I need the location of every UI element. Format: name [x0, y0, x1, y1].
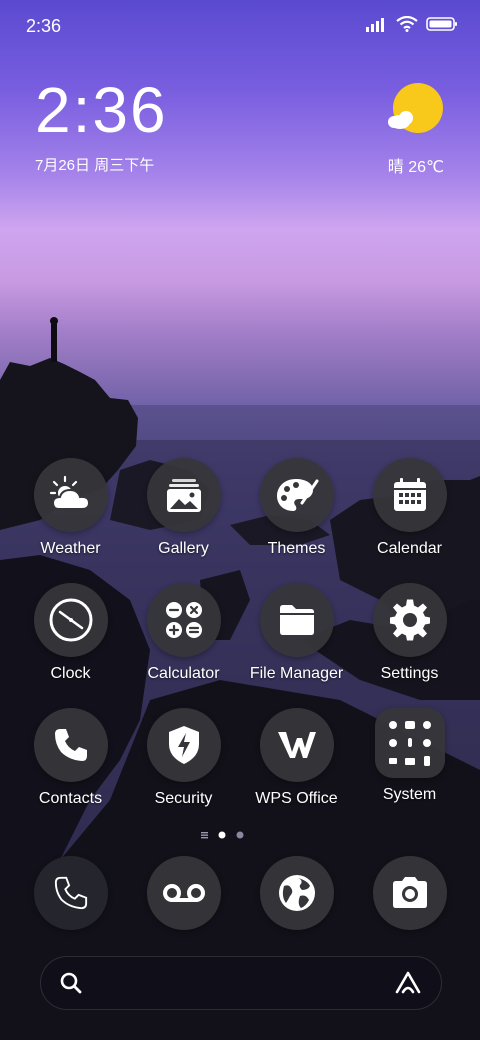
phone-icon	[33, 856, 108, 930]
app-label: Security	[154, 790, 213, 807]
battery-icon	[426, 17, 457, 31]
app-gallery[interactable]: Gallery	[127, 458, 240, 558]
app-security[interactable]: Security	[127, 708, 240, 808]
app-file-manager[interactable]: File Manager	[240, 583, 353, 683]
app-label: Gallery	[158, 540, 209, 557]
app-weather[interactable]: Weather	[14, 458, 127, 558]
app-clock[interactable]: Clock	[14, 583, 127, 683]
app-label: Weather	[40, 540, 101, 557]
browser-globe-icon	[259, 856, 334, 930]
app-folder-system[interactable]: System	[353, 708, 466, 804]
folder-icon	[259, 583, 334, 657]
app-label: WPS Office	[255, 790, 338, 807]
app-contacts[interactable]: Contacts	[14, 708, 127, 808]
page-list-icon	[201, 832, 208, 839]
app-calculator[interactable]: Calculator	[127, 583, 240, 683]
shield-icon	[146, 708, 221, 782]
camera-icon	[372, 856, 447, 930]
status-icons	[366, 16, 458, 32]
assistant-icon[interactable]	[393, 970, 423, 996]
dock-browser[interactable]	[240, 856, 353, 930]
clock-widget-date: 7月26日 周三下午	[35, 157, 155, 174]
clock-widget[interactable]: 2:36 7月26日 周三下午	[35, 78, 168, 175]
app-label: Clock	[50, 665, 91, 682]
weather-widget[interactable]: 晴 26℃	[354, 82, 444, 177]
app-calendar[interactable]: Calendar	[353, 458, 466, 558]
dock-voicemail[interactable]	[127, 856, 240, 930]
app-label: Calculator	[147, 665, 220, 682]
app-label: Themes	[267, 540, 326, 557]
wps-logo-icon	[259, 708, 334, 782]
calendar-icon	[372, 458, 447, 532]
wifi-icon	[396, 16, 418, 32]
app-label: System	[382, 786, 437, 803]
weather-temperature: 晴 26℃	[387, 159, 444, 176]
sunny-cloud-icon	[388, 83, 443, 133]
dock-phone[interactable]	[14, 856, 127, 930]
system-folder-icon	[374, 708, 445, 778]
app-label: File Manager	[249, 665, 344, 682]
page-dot-active	[218, 831, 226, 839]
app-settings[interactable]: Settings	[353, 583, 466, 683]
gear-icon	[372, 583, 447, 657]
page-dot	[236, 831, 244, 839]
calculator-icon	[146, 583, 221, 657]
search-icon[interactable]	[59, 971, 83, 995]
signal-icon	[366, 18, 384, 32]
page-indicator[interactable]	[0, 829, 480, 841]
app-themes[interactable]: Themes	[240, 458, 353, 558]
phone-icon	[33, 708, 108, 782]
app-wps-office[interactable]: WPS Office	[240, 708, 353, 808]
status-bar: 2:36	[0, 0, 480, 50]
gallery-icon	[146, 458, 221, 532]
app-label: Contacts	[38, 790, 103, 807]
voicemail-icon	[146, 856, 221, 930]
search-bar[interactable]	[40, 956, 442, 1010]
app-label: Settings	[380, 665, 439, 682]
dock-camera[interactable]	[353, 856, 466, 930]
status-time: 2:36	[26, 16, 62, 36]
clock-widget-time: 2:36	[35, 74, 168, 146]
app-label: Calendar	[377, 540, 442, 557]
clock-icon	[33, 583, 108, 657]
palette-icon	[259, 458, 334, 532]
weather-app-icon	[33, 458, 108, 532]
